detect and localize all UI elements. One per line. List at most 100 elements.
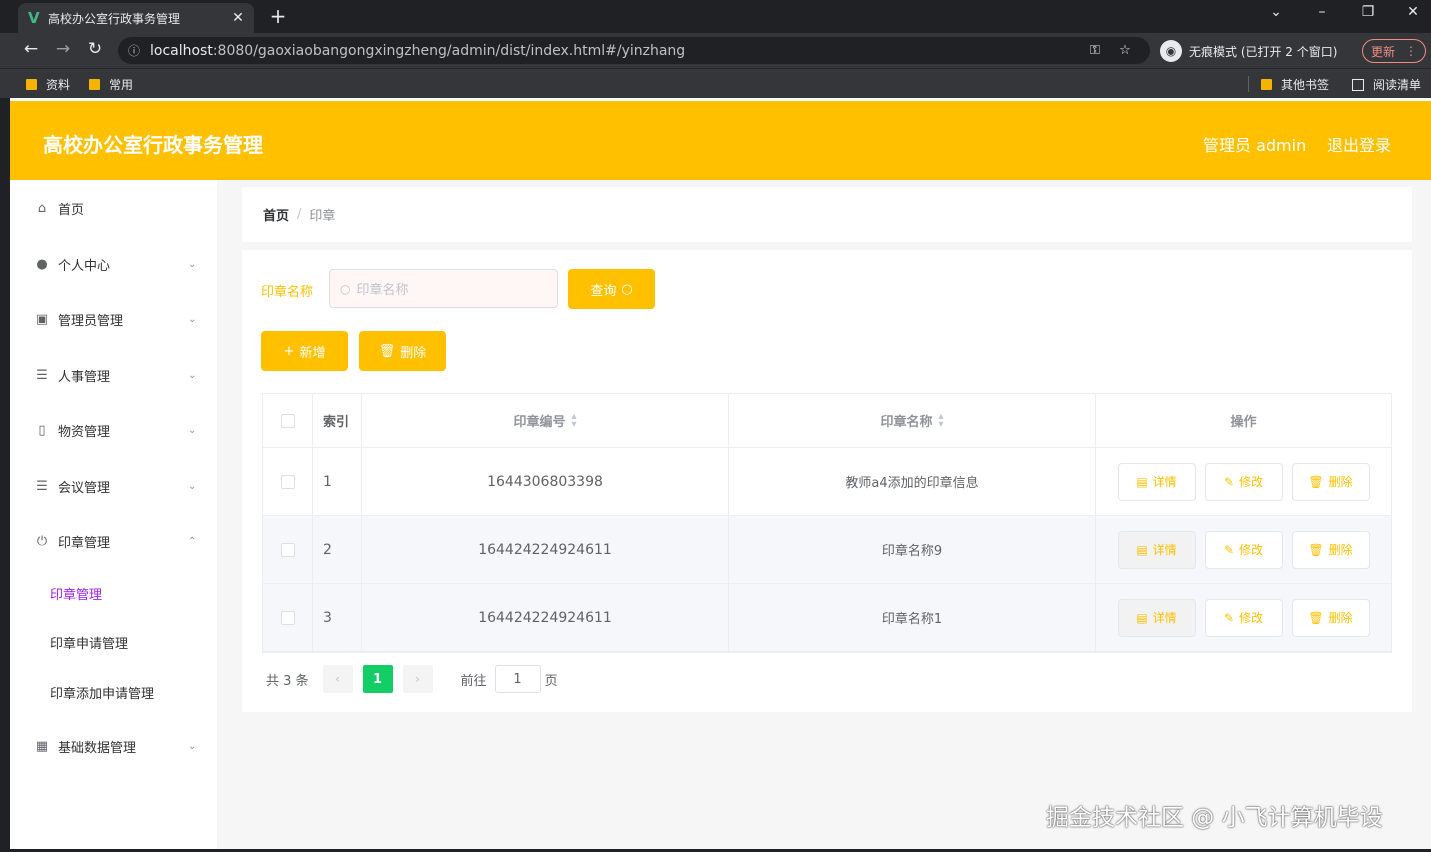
user-icon: ● xyxy=(36,256,48,272)
document-icon: ▤ xyxy=(1136,542,1148,557)
sidebar-item-personnel[interactable]: ☰ 人事管理 ⌄ xyxy=(10,355,217,395)
seal-name-search-input[interactable]: ○ 印章名称 xyxy=(329,269,558,308)
incognito-label: 无痕模式 (已打开 2 个窗口) xyxy=(1189,44,1338,59)
bookmark-star-icon[interactable]: ☆ xyxy=(1110,43,1140,58)
column-header-name[interactable]: 印章名称 ▴ ▾ xyxy=(729,394,1096,447)
search-icon: ○ xyxy=(340,281,351,296)
cell-index: 3 xyxy=(313,584,362,651)
url-text[interactable]: localhost:8080/gaoxiaobangongxingzheng/a… xyxy=(150,43,1080,59)
table-header-row: 索引 印章编号 ▴ ▾ 印章名称 ▴ ▾ 操作 xyxy=(263,394,1391,448)
row-checkbox[interactable] xyxy=(280,474,295,489)
edit-button[interactable]: ✎ 修改 xyxy=(1204,530,1283,569)
close-tab-icon[interactable]: ✕ xyxy=(230,10,246,26)
sidebar-subitem-seal-application[interactable]: 印章申请管理 xyxy=(10,624,217,660)
select-all-checkbox[interactable] xyxy=(280,413,295,428)
sidebar-item-basic-data[interactable]: ▦ 基础数据管理 ⌄ xyxy=(10,726,217,766)
table-row: 1 1644306803398 教师a4添加的印章信息 ▤ 详情 ✎ 修改 🗑 删除 xyxy=(263,448,1391,516)
cell-code: 164424224924611 xyxy=(362,584,729,651)
page-suffix: 页 xyxy=(544,673,558,689)
detail-button[interactable]: ▤ 详情 xyxy=(1117,530,1196,569)
cell-name: 教师a4添加的印章信息 xyxy=(729,448,1096,515)
query-button[interactable]: 查询 ○ xyxy=(568,269,655,309)
cell-index: 1 xyxy=(313,448,362,515)
goto-page-input[interactable]: 1 xyxy=(494,665,541,693)
sort-icon[interactable]: ▴ ▾ xyxy=(571,411,576,429)
column-header-index: 索引 xyxy=(313,394,362,447)
delete-button[interactable]: 🗑 删除 xyxy=(1291,598,1370,637)
url-bar[interactable]: ⓘ localhost:8080/gaoxiaobangongxingzheng… xyxy=(118,37,1150,64)
page-number-button[interactable]: 1 xyxy=(362,665,393,693)
trash-icon: 🗑 xyxy=(1308,610,1324,625)
list-icon: ☰ xyxy=(36,478,48,494)
table-row: 3 164424224924611 印章名称1 ▤ 详情 ✎ 修改 🗑 删除 xyxy=(263,584,1391,652)
chevron-up-icon: ⌃ xyxy=(188,535,197,547)
new-tab-icon[interactable]: + xyxy=(266,4,290,28)
tab-title: 高校办公室行政事务管理 xyxy=(48,11,181,26)
chevron-down-icon: ⌄ xyxy=(188,369,197,381)
reading-list[interactable]: 阅读清单 xyxy=(1352,76,1421,93)
bookmark-folder-ziliao[interactable]: 资料 xyxy=(26,76,70,93)
column-header-code[interactable]: 印章编号 ▴ ▾ xyxy=(362,394,729,447)
delete-button[interactable]: 🗑 删除 xyxy=(1291,530,1370,569)
restore-icon[interactable]: ❐ xyxy=(1356,4,1380,20)
chevron-down-icon: ⌄ xyxy=(188,313,197,325)
bookmark-folder-changyong[interactable]: 常用 xyxy=(89,76,133,93)
sidebar-item-home[interactable]: ⌂ 首页 xyxy=(10,188,217,228)
edit-button[interactable]: ✎ 修改 xyxy=(1204,462,1283,501)
browser-tab[interactable]: V 高校办公室行政事务管理 ✕ xyxy=(18,3,254,33)
trash-icon: 🗑 xyxy=(378,343,396,359)
home-icon: ⌂ xyxy=(37,200,47,216)
sidebar-item-meetings[interactable]: ☰ 会议管理 ⌄ xyxy=(10,466,217,506)
sidebar-subitem-seal[interactable]: 印章管理 xyxy=(10,575,217,611)
delete-button[interactable]: 🗑 删除 xyxy=(1291,462,1370,501)
sidebar-subitem-seal-add-application[interactable]: 印章添加申请管理 xyxy=(10,674,217,710)
row-checkbox[interactable] xyxy=(280,610,295,625)
reload-icon[interactable]: ↻ xyxy=(84,39,106,59)
browser-tab-bar: V 高校办公室行政事务管理 ✕ + ⌄ – ❐ ✕ xyxy=(0,0,1431,33)
grid-icon: ▦ xyxy=(35,738,49,754)
sidebar-item-seal-management[interactable]: ⏻ 印章管理 ⌃ xyxy=(10,521,217,561)
chevron-down-icon: ⌄ xyxy=(188,740,197,752)
sidebar-item-personal-center[interactable]: ● 个人中心 ⌄ xyxy=(10,244,217,284)
chevron-down-icon: ⌄ xyxy=(188,480,197,492)
table-row: 2 164424224924611 印章名称9 ▤ 详情 ✎ 修改 🗑 删除 xyxy=(263,516,1391,584)
sort-icon[interactable]: ▴ ▾ xyxy=(938,411,943,429)
edit-icon: ✎ xyxy=(1223,542,1235,557)
breadcrumb-current: 印章 xyxy=(309,209,336,224)
key-icon[interactable]: ⚿ xyxy=(1080,43,1110,58)
batch-delete-button[interactable]: 🗑 删除 xyxy=(359,331,446,371)
pagination-total: 共 3 条 xyxy=(266,673,309,689)
tab-search-icon[interactable]: ⌄ xyxy=(1264,4,1288,20)
window-frame-left xyxy=(0,98,10,852)
power-icon: ⏻ xyxy=(36,533,48,549)
edit-button[interactable]: ✎ 修改 xyxy=(1204,598,1283,637)
minimize-icon[interactable]: – xyxy=(1310,4,1334,20)
other-bookmarks[interactable]: 其他书签 xyxy=(1261,76,1329,93)
sidebar: ⌂ 首页 ● 个人中心 ⌄ ▣ 管理员管理 ⌄ ☰ 人事管理 ⌄ ▯ 物资管理 … xyxy=(10,180,217,852)
back-icon[interactable]: ← xyxy=(20,39,42,59)
next-page-icon[interactable]: › xyxy=(402,665,433,693)
close-window-icon[interactable]: ✕ xyxy=(1401,4,1425,20)
row-checkbox[interactable] xyxy=(280,542,295,557)
update-button[interactable]: 更新 ⋮ xyxy=(1362,39,1426,63)
detail-button[interactable]: ▤ 详情 xyxy=(1117,598,1196,637)
breadcrumb: 首页 / 印章 xyxy=(242,187,1412,242)
incognito-icon: ◉ xyxy=(1160,40,1182,62)
add-button[interactable]: + 新增 xyxy=(261,331,348,371)
sidebar-item-admin-management[interactable]: ▣ 管理员管理 ⌄ xyxy=(10,299,217,339)
prev-page-icon[interactable]: ‹ xyxy=(322,665,353,693)
sidebar-item-materials[interactable]: ▯ 物资管理 ⌄ xyxy=(10,410,217,450)
cell-index: 2 xyxy=(313,516,362,583)
breadcrumb-home[interactable]: 首页 xyxy=(263,205,289,224)
detail-button[interactable]: ▤ 详情 xyxy=(1117,462,1196,501)
bookmark-divider xyxy=(1248,76,1249,92)
trash-icon: 🗑 xyxy=(1308,542,1324,557)
site-info-icon[interactable]: ⓘ xyxy=(128,42,150,59)
logout-link[interactable]: 退出登录 xyxy=(1327,132,1391,156)
search-icon: ○ xyxy=(621,281,633,297)
incognito-indicator[interactable]: ◉ 无痕模式 (已打开 2 个窗口) xyxy=(1160,40,1337,62)
seal-table: 索引 印章编号 ▴ ▾ 印章名称 ▴ ▾ 操作 1 1644306803398 教师a4… xyxy=(262,393,1392,653)
column-header-actions: 操作 xyxy=(1230,415,1257,430)
edit-icon: ✎ xyxy=(1223,610,1235,625)
forward-icon[interactable]: → xyxy=(52,39,74,59)
